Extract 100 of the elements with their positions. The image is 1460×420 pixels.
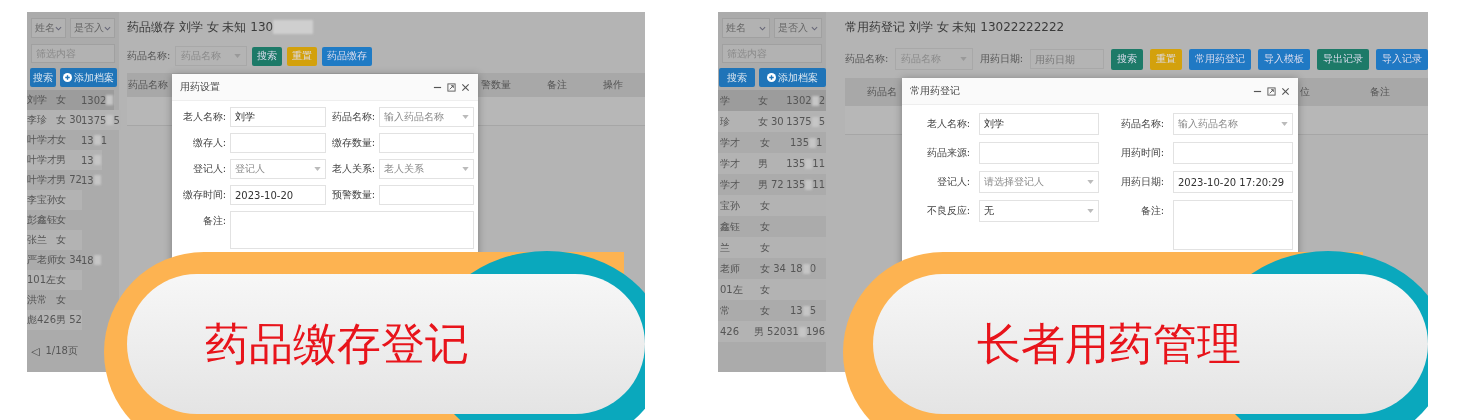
resident-name: 彪426 bbox=[27, 313, 56, 327]
phone-number: 1 bbox=[100, 134, 108, 146]
input-field[interactable]: 2023-10-20 17:20:29 bbox=[1173, 171, 1293, 193]
add-button[interactable]: 添加档案 bbox=[758, 68, 826, 87]
phone-number: 18 bbox=[790, 263, 803, 274]
select-field[interactable]: 输入药品名称 bbox=[379, 107, 474, 127]
phone-number: 1302 bbox=[786, 95, 812, 106]
input-field[interactable]: 2023-10-20 bbox=[230, 185, 326, 205]
page-title: 药品缴存 刘学 女 未知 130 bbox=[127, 18, 274, 36]
field-label: 登记人: bbox=[191, 162, 226, 176]
column-header: 备注 bbox=[1370, 85, 1390, 99]
select-field[interactable]: 老人关系 bbox=[379, 159, 474, 179]
field-label: 用药时间: bbox=[1119, 146, 1164, 160]
gender-age: 女 bbox=[56, 213, 67, 227]
gender-age: 女 bbox=[760, 135, 771, 150]
input-field[interactable]: 刘学 bbox=[230, 107, 326, 127]
resident-row[interactable]: 李珍 女 301375 5 bbox=[27, 110, 121, 130]
input-field[interactable] bbox=[1173, 142, 1293, 164]
add-button[interactable]: 添加档案 bbox=[59, 68, 117, 87]
toolbar-button[interactable]: 搜索 bbox=[1111, 48, 1143, 70]
field-label: 药品来源: bbox=[925, 146, 970, 160]
caption-text: 药品缴存登记 bbox=[205, 316, 469, 371]
phone-number: 1375 bbox=[786, 116, 812, 127]
select-field[interactable]: 输入药品名称 bbox=[1173, 113, 1293, 135]
resident-row[interactable]: 刘学 女 1302 bbox=[27, 90, 115, 110]
filter-select[interactable]: 是否入 bbox=[70, 18, 115, 38]
resident-row[interactable]: 01左 女 bbox=[718, 279, 826, 300]
resident-name: 常 bbox=[719, 303, 731, 318]
toolbar-button[interactable]: 搜索 bbox=[252, 46, 283, 66]
resident-row[interactable]: 李宝孙女 bbox=[27, 190, 82, 210]
gender-age: 女 bbox=[56, 133, 67, 147]
column-header: 警数量 bbox=[481, 78, 511, 92]
column-header: 药品名 bbox=[866, 85, 897, 99]
column-header: 操作 bbox=[603, 78, 623, 92]
toolbar-button[interactable]: 导出记录 bbox=[1317, 48, 1369, 70]
resident-row[interactable]: 学才 男 135 11 bbox=[718, 153, 826, 174]
resident-row[interactable]: 彪426男 52 bbox=[27, 310, 82, 330]
phone-number: 0 bbox=[809, 263, 817, 274]
chevron-icon bbox=[104, 25, 111, 31]
resident-row[interactable]: 426 男 52031 196 bbox=[718, 321, 826, 342]
resident-row[interactable]: 叶学才男 13 bbox=[27, 150, 102, 170]
resident-name: 老师 bbox=[719, 261, 741, 276]
resident-name: 张兰 bbox=[27, 233, 48, 247]
phone-number: 031 bbox=[779, 326, 799, 337]
caret-icon bbox=[1087, 209, 1094, 213]
search-button[interactable]: 搜索 bbox=[718, 68, 755, 87]
select-field[interactable]: 登记人 bbox=[230, 159, 326, 179]
textarea-field[interactable] bbox=[1173, 200, 1293, 250]
resident-name: 李宝孙 bbox=[27, 193, 56, 207]
resident-name: 学才 bbox=[719, 135, 741, 150]
resident-row[interactable]: 101左女 bbox=[27, 270, 82, 290]
input-field[interactable] bbox=[379, 185, 474, 205]
gender-age: 女 bbox=[56, 193, 67, 207]
toolbar-button[interactable]: 常用药登记 bbox=[1189, 48, 1251, 70]
filter-select[interactable]: 姓名 bbox=[31, 18, 66, 38]
blur-mask bbox=[802, 263, 810, 274]
resident-row[interactable]: 宝孙 女 bbox=[718, 195, 826, 216]
toolbar-button[interactable]: 导入模板 bbox=[1258, 48, 1310, 70]
field-label: 老人关系: bbox=[330, 162, 375, 176]
resident-row[interactable]: 张兰 女 bbox=[27, 230, 82, 250]
select-field[interactable]: 请选择登记人 bbox=[979, 171, 1099, 193]
resident-row[interactable]: 学 女 1302 2 bbox=[718, 90, 826, 111]
resident-row[interactable]: 兰 女 bbox=[718, 237, 826, 258]
toolbar-button[interactable]: 导入记录 bbox=[1376, 48, 1428, 70]
search-button[interactable]: 搜索 bbox=[29, 68, 56, 87]
select-field[interactable]: 无 bbox=[979, 200, 1099, 222]
previous-page-button[interactable]: ◁ bbox=[31, 344, 40, 358]
toolbar-button[interactable]: 药品缴存 bbox=[322, 46, 373, 66]
close-icon[interactable] bbox=[1281, 86, 1290, 96]
maximize-icon[interactable] bbox=[1267, 86, 1276, 96]
caret-icon bbox=[314, 167, 321, 171]
phone-number: 11 bbox=[812, 158, 825, 169]
caret-icon bbox=[462, 167, 469, 171]
resident-row[interactable]: 珍 女 30 1375 5 bbox=[718, 111, 826, 132]
filter-select[interactable]: 姓名 bbox=[722, 18, 770, 38]
field-label: 缴存时间: bbox=[181, 188, 226, 202]
filter-select[interactable]: 是否入 bbox=[774, 18, 822, 38]
resident-name: 宝孙 bbox=[719, 198, 741, 213]
input-field[interactable]: 刘学 bbox=[979, 113, 1099, 135]
resident-name: 严老师 bbox=[27, 253, 56, 267]
gender-age: 女 34 bbox=[56, 253, 81, 267]
phone-number: 13 bbox=[81, 134, 94, 146]
plus-circle-icon bbox=[766, 73, 776, 82]
input-field[interactable] bbox=[230, 133, 326, 153]
input-field[interactable] bbox=[379, 133, 474, 153]
resident-name: 01左 bbox=[719, 282, 744, 297]
maximize-icon[interactable] bbox=[447, 82, 456, 92]
resident-name: 426 bbox=[719, 326, 741, 337]
gender-age: 女 bbox=[760, 282, 771, 297]
input-field[interactable] bbox=[979, 142, 1099, 164]
resident-name: 彭鑫钰 bbox=[27, 213, 56, 227]
resident-name: 珍 bbox=[719, 114, 731, 129]
textarea-field[interactable] bbox=[230, 211, 474, 249]
gender-age: 男 72 bbox=[56, 173, 81, 187]
gender-age: 女 34 bbox=[760, 261, 787, 276]
phone-number: 18 bbox=[81, 254, 94, 266]
gender-age: 男 72 bbox=[757, 177, 785, 192]
resident-name: 叶学才 bbox=[27, 133, 56, 147]
close-icon[interactable] bbox=[461, 82, 470, 92]
gender-age: 女 bbox=[56, 273, 67, 287]
